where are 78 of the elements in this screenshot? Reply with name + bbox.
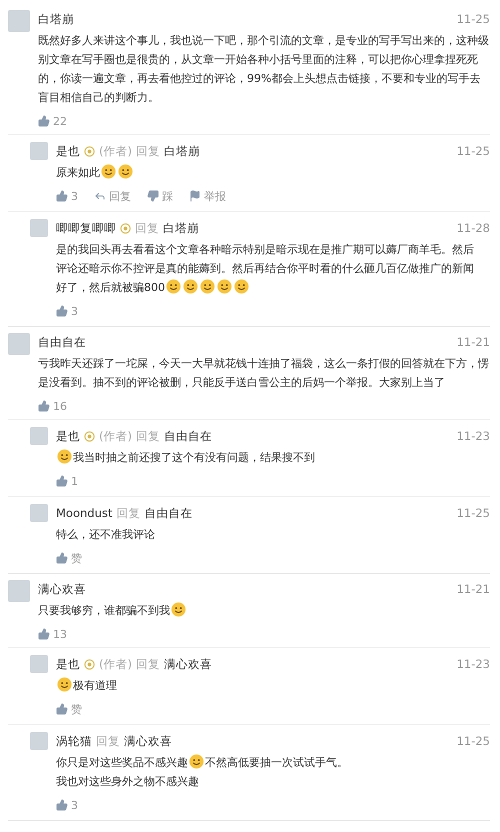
username[interactable]: 唧唧复唧唧 (56, 220, 116, 236)
reply-target-username[interactable]: 自由自在 (164, 428, 212, 444)
thumbs-up-icon (38, 115, 50, 127)
comment-text: 既然好多人来讲这个事儿，我也说一下吧，那个引流的文章，是专业的写手写出来的，这种级别文章在写手圈也是很贵的，从文章一开始各种小括号里面的注释，可以把你心理拿捏死死的，你读一遍文章，再去看他控过的评论，99%都会上头想点击链接，不要和专业的写手去盲目相信自己的判断力。 (38, 34, 489, 104)
thumbs-down-icon (147, 190, 159, 202)
comment-date: 11-21 (456, 582, 490, 596)
avatar-image[interactable] (8, 10, 30, 32)
reply-target-username[interactable]: 白塔崩 (164, 144, 200, 158)
username[interactable]: 涡轮猫 (56, 734, 92, 748)
author-tag: (作者) (99, 656, 132, 672)
reply-target-username[interactable]: 自由自在 (144, 506, 192, 520)
comment-date: 11-25 (456, 144, 490, 158)
comment-text: 是的我回头再去看看这个文章各种暗示特别是暗示现在是推广期可以薅厂商羊毛。然后 (56, 243, 474, 256)
emoji-icon (171, 602, 186, 617)
avatar-icon[interactable] (30, 427, 48, 445)
thumbs-up-icon (38, 628, 50, 640)
comment-text: 我也对这些身外之物不感兴趣 (56, 775, 199, 788)
emoji-icon (101, 164, 116, 179)
flag-icon (189, 190, 201, 202)
emoji-icon (217, 279, 232, 294)
thumbs-up-icon (56, 475, 68, 487)
username[interactable]: 是也 (56, 428, 80, 444)
comment-text: 你只是对这些奖品不感兴趣 (56, 756, 188, 769)
comment-text: 亏我昨天还踩了一坨屎，今天一大早就花钱十连抽了福袋，这么一条打假的回答就在下方，愣是没看到。抽不到的评论被删，只能反手送白雪公主的后妈一个举报。大家别上当了 (38, 357, 489, 389)
username[interactable]: 是也 (56, 656, 80, 672)
comment-text: 我当时抽之前还搜了这个有没有问题，结果搜不到 (73, 451, 315, 464)
avatar-image[interactable] (8, 580, 30, 602)
username[interactable]: 满心欢喜 (38, 582, 86, 596)
emoji-icon (200, 279, 215, 294)
comment-text: 不然高低要抽一次试试手气。 (205, 756, 348, 769)
emoji-icon (118, 164, 133, 179)
comment-text: 好了，然后就被骗800 (56, 281, 165, 294)
comment-date: 11-23 (456, 657, 490, 671)
thumbs-up-icon (56, 552, 68, 564)
comment-date: 11-28 (456, 221, 490, 235)
comment-date: 11-25 (456, 734, 490, 748)
avatar-icon[interactable] (30, 142, 48, 160)
thumbs-up-icon (38, 400, 50, 412)
thumbs-up-icon (56, 799, 68, 811)
comment-text: 只要我够穷，谁都骗不到我 (38, 604, 170, 617)
comment-text: 原来如此 (56, 166, 100, 179)
avatar-icon[interactable] (30, 732, 48, 750)
emoji-icon (166, 279, 181, 294)
emoji-icon (234, 279, 249, 294)
avatar-icon[interactable] (30, 655, 48, 673)
emoji-icon (57, 677, 72, 692)
comment-date: 11-23 (456, 429, 490, 443)
username[interactable]: 白塔崩 (38, 12, 74, 26)
comment-text: 特么，还不准我评论 (56, 528, 155, 541)
comment-text: 评论还暗示你不控评是真的能薅到。然后再结合你平时看的什么砸几百亿做推广的新闻 (56, 262, 474, 275)
avatar-image[interactable] (8, 333, 30, 355)
emoji-icon (183, 279, 198, 294)
avatar-icon[interactable] (30, 504, 48, 522)
author-tag: (作者) (99, 428, 132, 444)
comment-date: 11-25 (456, 506, 490, 520)
emoji-icon (57, 449, 72, 464)
username[interactable]: 是也 (56, 144, 80, 158)
comment-date: 11-21 (456, 335, 490, 349)
thumbs-up-icon (56, 305, 68, 317)
avatar-icon[interactable] (30, 219, 48, 237)
reply-label: 回复 (135, 220, 159, 236)
reply-label: 回复 (136, 428, 160, 444)
comment-date: 11-25 (456, 12, 490, 26)
reply-label: 回复 (116, 506, 140, 520)
username[interactable]: Moondust (56, 506, 112, 520)
reply-target-username[interactable]: 满心欢喜 (124, 734, 172, 748)
thumbs-up-icon (56, 703, 68, 715)
comment-text: 极有道理 (73, 679, 117, 692)
username[interactable]: 自由自在 (38, 334, 86, 350)
reply-label: 回复 (136, 656, 160, 672)
thumbs-up-icon (56, 190, 68, 202)
reply-icon (94, 190, 106, 202)
emoji-icon (189, 754, 204, 769)
reply-target-username[interactable]: 满心欢喜 (164, 656, 212, 672)
reply-target-username[interactable]: 白塔崩 (163, 220, 199, 236)
reply-label: 回复 (136, 144, 160, 158)
reply-label: 回复 (96, 734, 120, 748)
author-tag: (作者) (99, 144, 132, 158)
